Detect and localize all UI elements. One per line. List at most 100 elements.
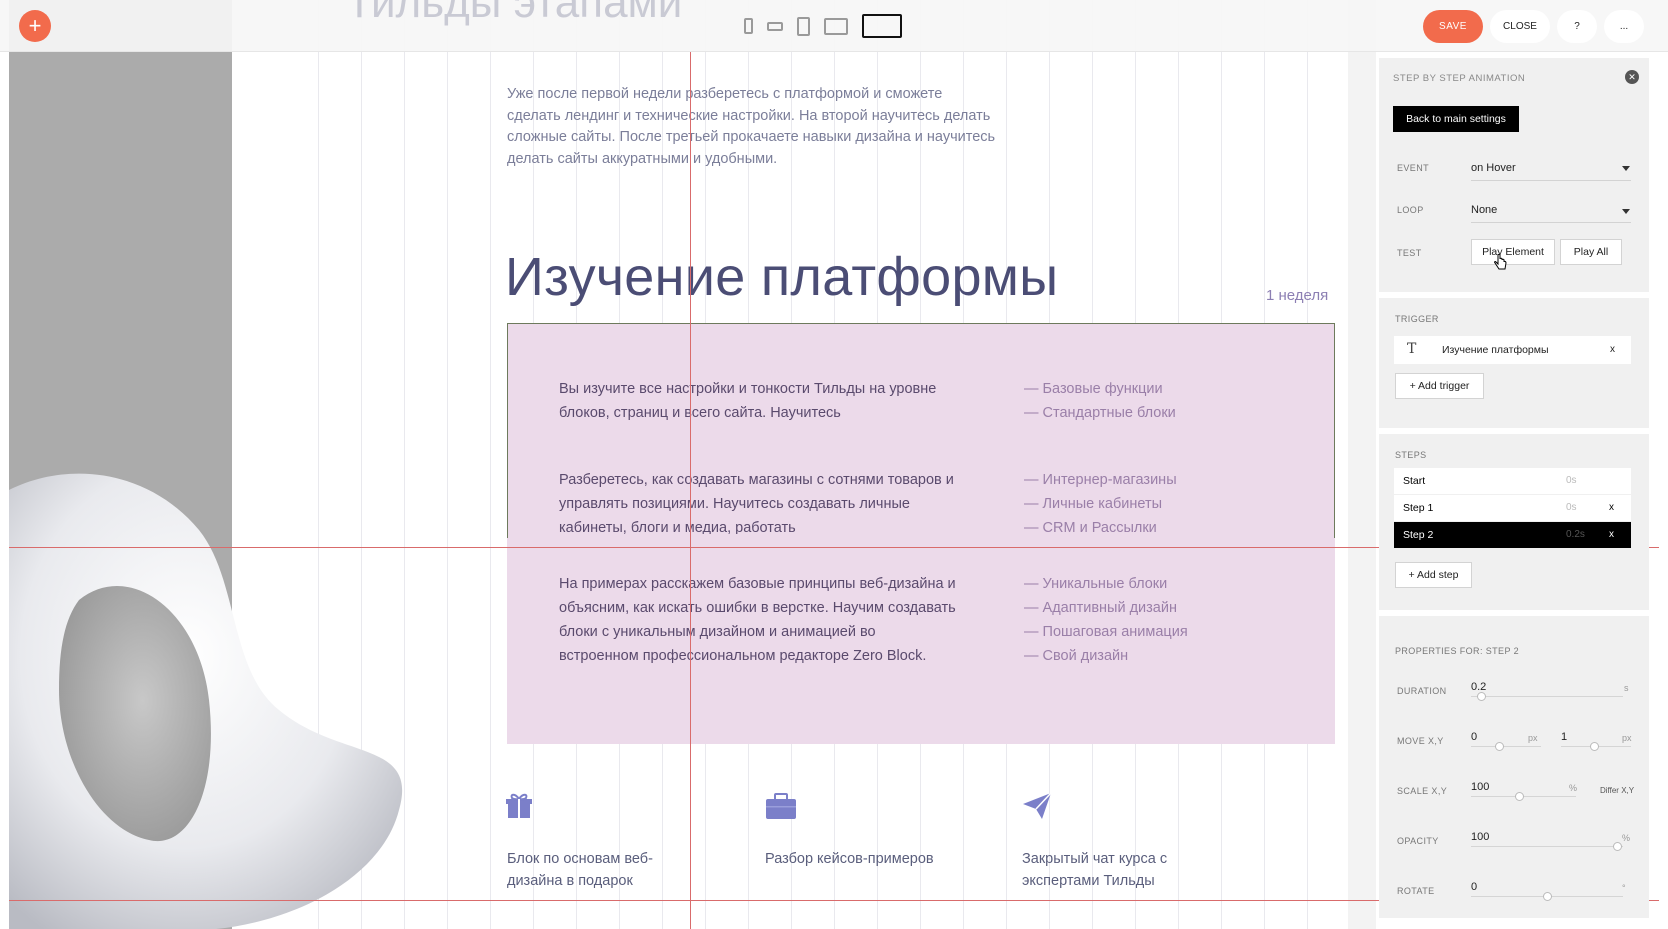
list-item: — Личные кабинеты — [1024, 496, 1163, 512]
back-to-main-settings-button[interactable]: Back to main settings — [1393, 106, 1519, 132]
trigger-name: Изучение платформы — [1442, 344, 1549, 356]
feature-text: Разбор кейсов-примеров — [765, 851, 934, 867]
vertical-guide[interactable] — [690, 52, 691, 929]
scale-unit: % — [1569, 783, 1578, 793]
move-x-unit: px — [1528, 733, 1538, 743]
canvas-right-edge — [1348, 0, 1376, 929]
step-row-1[interactable]: Step 1 0s x — [1394, 495, 1631, 521]
desktop-icon[interactable] — [862, 14, 902, 38]
move-x-input[interactable]: 0 — [1471, 731, 1477, 743]
step-time: 0.2s — [1566, 529, 1585, 540]
opacity-slider[interactable] — [1471, 846, 1623, 847]
opacity-input[interactable]: 100 — [1471, 831, 1489, 843]
briefcase-icon — [765, 792, 796, 820]
trigger-row[interactable]: T Изучение платформы x — [1394, 336, 1631, 364]
duration-input[interactable]: 0.2 — [1471, 681, 1486, 693]
list-item: — Интернер-магазины — [1024, 472, 1177, 488]
decorative-3d-shape — [9, 470, 409, 929]
list-item: — Адаптивный дизайн — [1024, 600, 1177, 616]
loop-select[interactable]: None — [1471, 204, 1497, 216]
block-2-list: — Интернер-магазины — Личные кабинеты — … — [1024, 470, 1244, 534]
opacity-unit: % — [1622, 833, 1631, 843]
step-time: 0s — [1566, 502, 1577, 513]
step-name: Step 2 — [1403, 529, 1434, 541]
differ-xy-toggle[interactable]: Differ X,Y — [1600, 786, 1634, 795]
help-button[interactable]: ? — [1557, 10, 1597, 43]
block-1-text: Вы изучите все настройки и тонкости Тиль… — [559, 381, 937, 421]
add-step-button[interactable]: + Add step — [1395, 562, 1472, 588]
scale-label: SCALE X,Y — [1397, 786, 1448, 796]
list-item: — Базовые функции — [1024, 381, 1163, 397]
block-3-text: На примерах расскажем базовые принципы в… — [559, 576, 956, 664]
step-row-start[interactable]: Start 0s — [1394, 468, 1631, 494]
play-element-button[interactable]: Play Element — [1471, 239, 1555, 265]
phone-portrait-icon[interactable] — [744, 18, 753, 34]
rotate-input[interactable]: 0 — [1471, 881, 1477, 893]
opacity-slider-knob[interactable] — [1613, 842, 1622, 851]
left-edge — [0, 0, 9, 929]
remove-trigger-icon[interactable]: x — [1610, 344, 1615, 355]
section-heading[interactable]: Изучение платформы — [505, 246, 1058, 308]
add-trigger-button[interactable]: + Add trigger — [1395, 373, 1484, 399]
chevron-down-icon — [1622, 209, 1630, 214]
list-item: — CRM и Рассылки — [1024, 520, 1157, 534]
top-toolbar: Тильды этапами + SAVE CLOSE ? ... — [0, 0, 1668, 52]
step-row-2[interactable]: Step 2 0.2s x — [1394, 522, 1631, 548]
hand-cursor-icon — [1494, 253, 1508, 277]
close-button[interactable]: CLOSE — [1490, 10, 1550, 43]
list-item: — Стандартные блоки — [1024, 405, 1176, 421]
save-button[interactable]: SAVE — [1423, 10, 1483, 43]
duration-slider-knob[interactable] — [1477, 692, 1486, 701]
move-y-slider-knob[interactable] — [1590, 742, 1599, 751]
properties-section: PROPERTIES FOR: STEP 2 DURATION 0.2 s MO… — [1379, 610, 1649, 918]
more-button[interactable]: ... — [1604, 10, 1644, 43]
duration-label: DURATION — [1397, 686, 1447, 696]
tablet-landscape-icon[interactable] — [824, 17, 848, 35]
play-all-button[interactable]: Play All — [1560, 239, 1622, 265]
step-name: Step 1 — [1403, 502, 1434, 514]
block-2-text: Разберетесь, как создавать магазины с со… — [559, 472, 954, 534]
add-element-button[interactable]: + — [19, 10, 51, 42]
list-item: — Уникальные блоки — [1024, 576, 1168, 592]
close-icon[interactable]: ✕ — [1625, 70, 1639, 84]
event-label: EVENT — [1397, 163, 1430, 173]
opacity-label: OPACITY — [1397, 836, 1439, 846]
gift-icon — [505, 792, 533, 820]
text-type-icon: T — [1407, 341, 1417, 357]
remove-step-icon[interactable]: x — [1609, 529, 1614, 540]
move-y-input[interactable]: 1 — [1561, 731, 1567, 743]
block-2-clip: Разберетесь, как создавать магазины с со… — [507, 470, 1335, 534]
loop-label: LOOP — [1397, 205, 1424, 215]
steps-label: STEPS — [1395, 450, 1427, 460]
animation-panel: STEP BY STEP ANIMATION ✕ Back to main se… — [1379, 58, 1649, 918]
move-x-slider-knob[interactable] — [1495, 742, 1504, 751]
move-y-unit: px — [1622, 733, 1632, 743]
move-x-slider[interactable] — [1471, 746, 1541, 747]
feature-text: Блок по основам веб-дизайна в подарок — [507, 851, 653, 889]
scale-slider-knob[interactable] — [1515, 792, 1524, 801]
phone-landscape-icon[interactable] — [767, 21, 783, 31]
test-label: TEST — [1397, 248, 1422, 258]
list-item: — Свой дизайн — [1024, 648, 1129, 664]
device-switcher — [744, 14, 902, 38]
event-select[interactable]: on Hover — [1471, 162, 1516, 174]
intro-paragraph: Уже после первой недели разберетесь с пл… — [507, 86, 996, 167]
block-3-list: — Уникальные блоки — Адаптивный дизайн —… — [1024, 572, 1244, 668]
event-underline — [1471, 180, 1631, 181]
step-name: Start — [1403, 475, 1426, 487]
paper-plane-icon — [1022, 792, 1052, 820]
rotate-slider-knob[interactable] — [1543, 892, 1552, 901]
tablet-portrait-icon[interactable] — [797, 16, 810, 36]
scale-input[interactable]: 100 — [1471, 781, 1489, 793]
loop-underline — [1471, 222, 1631, 223]
week-label: 1 неделя — [1266, 287, 1329, 304]
list-item: — Пошаговая анимация — [1024, 624, 1188, 640]
step-time: 0s — [1566, 475, 1577, 486]
properties-label: PROPERTIES FOR: STEP 2 — [1395, 646, 1519, 656]
duration-unit: s — [1624, 683, 1629, 693]
remove-step-icon[interactable]: x — [1609, 502, 1614, 513]
trigger-label: TRIGGER — [1395, 314, 1439, 324]
move-label: MOVE X,Y — [1397, 736, 1444, 746]
chevron-down-icon — [1622, 166, 1630, 171]
duration-slider[interactable] — [1471, 696, 1623, 697]
